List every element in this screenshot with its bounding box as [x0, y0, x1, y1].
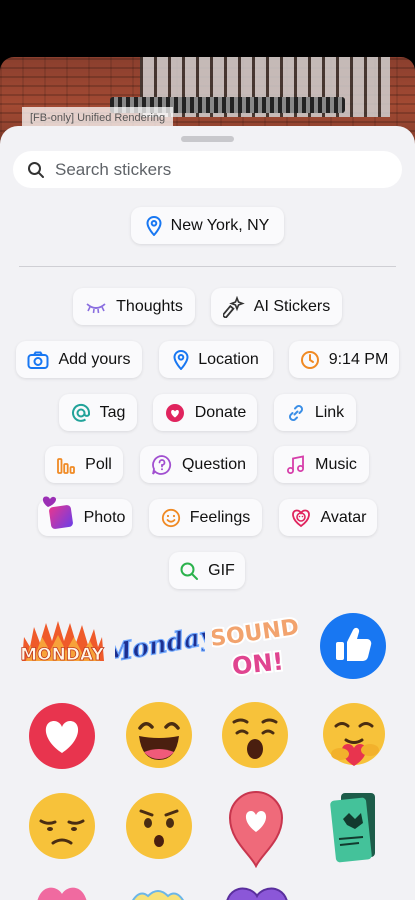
music-label: Music: [315, 455, 357, 473]
location-suggestion-chip[interactable]: New York, NY: [131, 207, 284, 244]
flower-sticker[interactable]: [128, 886, 188, 900]
location-chip[interactable]: Location: [159, 341, 273, 378]
feelings-chip[interactable]: Feelings: [149, 499, 262, 536]
time-label: 9:14 PM: [328, 350, 389, 368]
poll-label: Poll: [85, 455, 112, 473]
avatar-chip[interactable]: Avatar: [279, 499, 377, 536]
on-text: ON!: [231, 647, 285, 680]
monday-flames-text: MONDAY: [20, 645, 104, 665]
gif-label: GIF: [208, 561, 235, 579]
question-chip[interactable]: Question: [140, 446, 257, 483]
ai-stickers-label: AI Stickers: [253, 297, 331, 315]
magic-wand-icon: [222, 295, 245, 318]
at-sign-icon: [71, 403, 90, 422]
smiley-icon: [161, 508, 180, 527]
location-suggestion-label: New York, NY: [170, 216, 270, 234]
donate-label: Donate: [194, 403, 247, 421]
sad-emoji-sticker[interactable]: [27, 791, 97, 861]
sound-on-sticker[interactable]: SOUND ON!: [212, 606, 298, 686]
like-thumb-sticker[interactable]: [318, 611, 388, 681]
add-yours-chip[interactable]: Add yours: [16, 341, 142, 378]
time-chip[interactable]: 9:14 PM: [289, 341, 399, 378]
link-chip[interactable]: Link: [274, 394, 356, 431]
question-bubble-icon: [152, 454, 171, 475]
photo-chip[interactable]: Photo: [38, 495, 132, 536]
poll-bars-icon: [57, 457, 76, 474]
heart-circle-sticker[interactable]: [27, 701, 97, 771]
search-placeholder: Search stickers: [55, 159, 172, 179]
photo-label: Photo: [83, 508, 126, 526]
laughing-emoji-sticker[interactable]: [124, 700, 194, 770]
purple-heart-sticker[interactable]: [222, 886, 292, 900]
location-pin-icon: [173, 349, 189, 370]
camera-icon: [27, 351, 49, 369]
surprised-emoji-sticker[interactable]: [124, 791, 194, 861]
thoughts-chip[interactable]: Thoughts: [73, 288, 195, 325]
search-icon: [28, 161, 44, 178]
donate-heart-icon: [165, 403, 184, 422]
poll-chip[interactable]: Poll: [45, 446, 123, 483]
location-pin-icon: [146, 215, 162, 236]
music-note-icon: [287, 454, 305, 474]
clock-icon: [300, 350, 319, 369]
monday-flames-sticker[interactable]: MONDAY: [18, 613, 106, 673]
closed-eye-icon: [86, 302, 106, 313]
heart-pin-sticker[interactable]: [226, 788, 286, 868]
avatar-heart-icon: [291, 509, 310, 527]
tag-chip[interactable]: Tag: [59, 394, 137, 431]
donate-chip[interactable]: Donate: [153, 394, 257, 431]
scratch-card-sticker[interactable]: [325, 791, 385, 866]
sheet-drag-handle[interactable]: [181, 136, 234, 142]
question-label: Question: [181, 455, 247, 473]
monday-script-text: Monday: [115, 620, 205, 668]
search-gif-icon: [180, 562, 199, 580]
tag-label: Tag: [99, 403, 126, 421]
monday-script-sticker[interactable]: Monday: [115, 613, 205, 673]
sticker-tray-sheet: Search stickers New York, NY Thoughts AI…: [0, 126, 415, 900]
ai-stickers-chip[interactable]: AI Stickers: [211, 288, 342, 325]
link-label: Link: [314, 403, 345, 421]
wow-emoji-sticker[interactable]: [220, 700, 290, 770]
sound-text: SOUND: [212, 615, 298, 652]
feelings-label: Feelings: [189, 508, 251, 526]
music-chip[interactable]: Music: [274, 446, 369, 483]
care-emoji-sticker[interactable]: [318, 700, 390, 770]
search-stickers-input[interactable]: Search stickers: [13, 151, 402, 188]
avatar-label: Avatar: [320, 508, 367, 526]
location-label: Location: [198, 350, 259, 368]
gif-chip[interactable]: GIF: [169, 552, 245, 589]
pink-heart-sticker[interactable]: [32, 882, 92, 900]
add-yours-label: Add yours: [58, 350, 131, 368]
link-icon: [288, 404, 303, 421]
photo-gallery-icon: [42, 495, 73, 529]
section-divider: [19, 266, 396, 267]
thoughts-label: Thoughts: [116, 297, 183, 315]
